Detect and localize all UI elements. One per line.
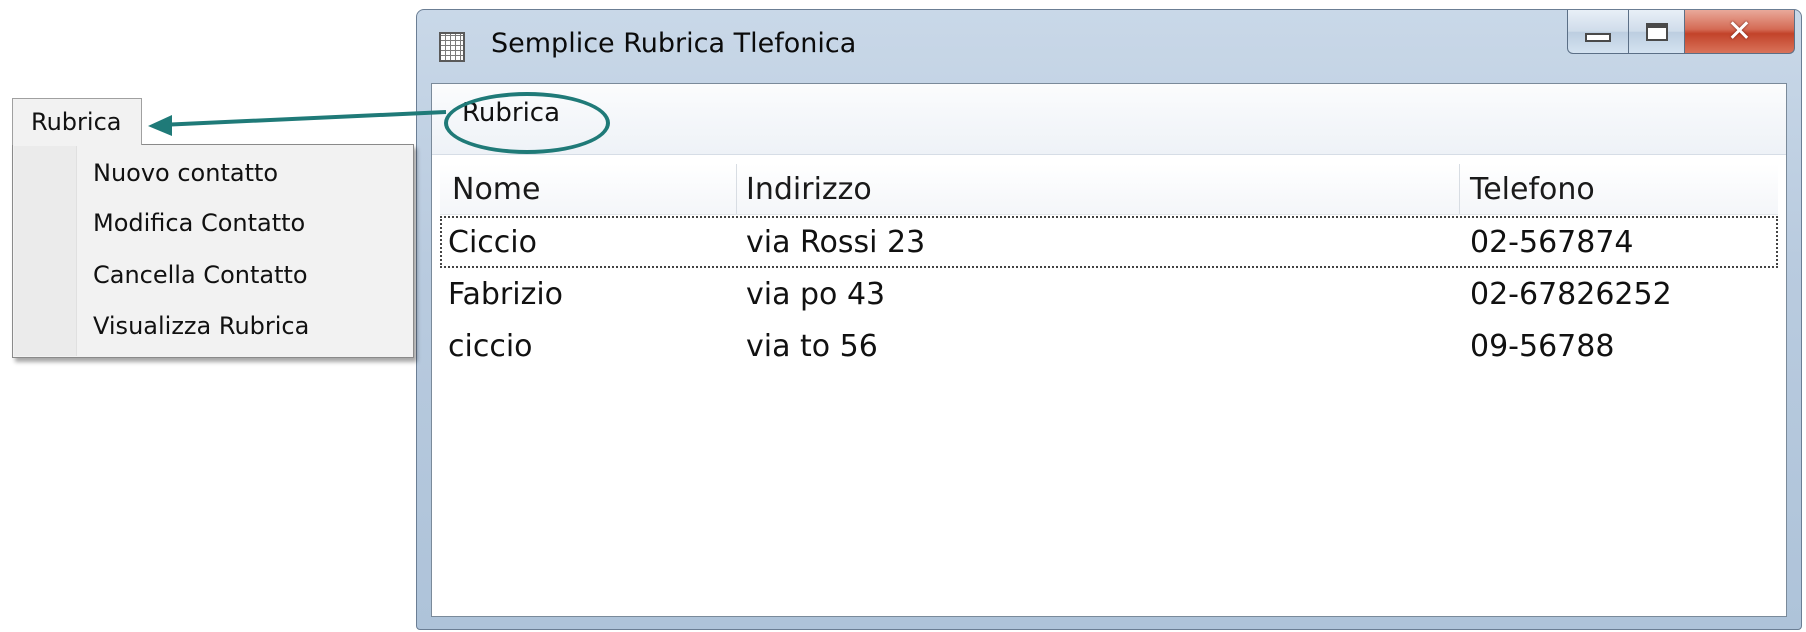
menu-icon-gutter bbox=[14, 146, 77, 356]
column-divider[interactable] bbox=[736, 164, 737, 214]
caption-buttons: ✕ bbox=[1567, 10, 1795, 56]
notepad-icon bbox=[439, 32, 465, 62]
app-window: Semplice Rubrica Tlefonica ✕ Rubrica Nom… bbox=[416, 9, 1802, 630]
menu-item-label: Nuovo contatto bbox=[93, 159, 279, 187]
annotation-highlight-ellipse bbox=[444, 92, 610, 154]
window-title: Semplice Rubrica Tlefonica bbox=[491, 28, 857, 59]
cell-indirizzo: via to 56 bbox=[746, 329, 878, 364]
title-bar[interactable]: Semplice Rubrica Tlefonica ✕ bbox=[417, 10, 1801, 84]
list-header: Nome Indirizzo Telefono bbox=[440, 164, 1778, 215]
cell-nome: ciccio bbox=[448, 329, 533, 364]
cell-indirizzo: via po 43 bbox=[746, 277, 886, 312]
menu-bar: Rubrica bbox=[432, 84, 1786, 155]
close-button[interactable]: ✕ bbox=[1685, 10, 1795, 54]
menu-item-label: Visualizza Rubrica bbox=[93, 312, 310, 340]
maximize-button[interactable] bbox=[1629, 10, 1685, 54]
column-divider[interactable] bbox=[1459, 164, 1460, 214]
cell-telefono: 02-67826252 bbox=[1470, 277, 1672, 312]
floating-menu-title[interactable]: Rubrica bbox=[12, 98, 142, 145]
menu-item-label: Modifica Contatto bbox=[93, 209, 306, 237]
close-icon: ✕ bbox=[1726, 13, 1753, 49]
menu-item-visualizza-rubrica[interactable]: Visualizza Rubrica bbox=[93, 306, 309, 346]
minimize-button[interactable] bbox=[1567, 10, 1629, 54]
floating-menu-dropdown: Nuovo contatto Modifica Contatto Cancell… bbox=[12, 144, 414, 358]
cell-telefono: 09-56788 bbox=[1470, 329, 1615, 364]
cell-indirizzo: via Rossi 23 bbox=[746, 225, 926, 260]
menu-item-nuovo-contatto[interactable]: Nuovo contatto bbox=[93, 153, 278, 193]
table-row[interactable]: Fabrizio via po 43 02-67826252 bbox=[440, 268, 1778, 320]
window-client-area: Rubrica Nome Indirizzo Telefono Ciccio v… bbox=[431, 83, 1787, 617]
menu-item-modifica-contatto[interactable]: Modifica Contatto bbox=[93, 203, 305, 243]
menu-item-cancella-contatto[interactable]: Cancella Contatto bbox=[93, 255, 308, 295]
cell-telefono: 02-567874 bbox=[1470, 225, 1634, 260]
table-row[interactable]: ciccio via to 56 09-56788 bbox=[440, 320, 1778, 372]
cell-nome: Fabrizio bbox=[448, 277, 564, 312]
floating-menu-title-label: Rubrica bbox=[31, 108, 122, 136]
minimize-icon bbox=[1585, 33, 1611, 42]
menu-item-label: Cancella Contatto bbox=[93, 261, 308, 289]
column-header-indirizzo[interactable]: Indirizzo bbox=[746, 172, 872, 207]
column-header-nome[interactable]: Nome bbox=[452, 172, 540, 207]
cell-nome: Ciccio bbox=[448, 225, 537, 260]
maximize-icon bbox=[1645, 22, 1668, 41]
table-row[interactable]: Ciccio via Rossi 23 02-567874 bbox=[440, 216, 1778, 268]
contacts-list[interactable]: Nome Indirizzo Telefono Ciccio via Rossi… bbox=[440, 164, 1778, 608]
column-header-telefono[interactable]: Telefono bbox=[1470, 172, 1595, 207]
